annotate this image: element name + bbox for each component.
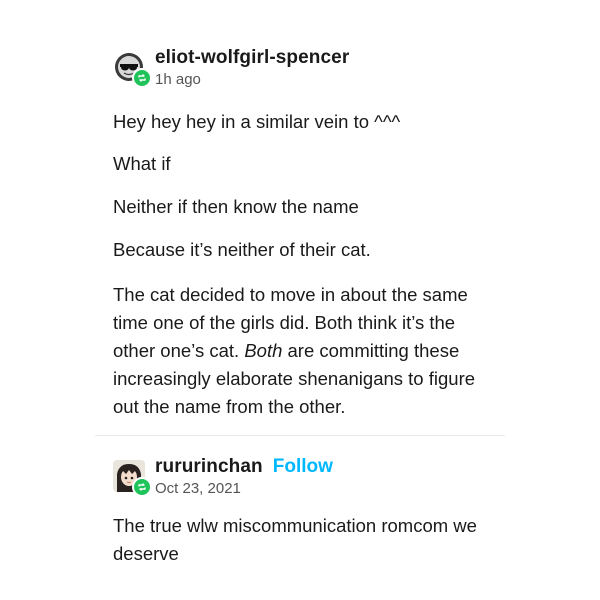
follow-button[interactable]: Follow (273, 456, 333, 478)
paragraph-text: The cat decided to move in about the sam… (113, 281, 493, 421)
post-paragraph: Hey hey hey in a similar vein to ^^^ (113, 108, 493, 136)
name-row: eliot-wolfgirl-spencer (155, 47, 349, 69)
post-thread: eliot-wolfgirl-spencer 1h ago Hey hey he… (0, 0, 600, 600)
paragraph-text: What if (113, 153, 171, 174)
post-paragraph: The cat decided to move in about the sam… (113, 281, 493, 421)
name-row: rururinchan Follow (155, 456, 333, 478)
post-meta: rururinchan Follow Oct 23, 2021 (155, 456, 333, 497)
paragraph-text: The true wlw miscommunication romcom we … (113, 515, 477, 564)
post-paragraph: What if (113, 150, 493, 178)
paragraph-text: Neither if then know the name (113, 196, 359, 217)
post-paragraph: The true wlw miscommunication romcom we … (113, 512, 513, 568)
post-header-rururinchan: rururinchan Follow Oct 23, 2021 (113, 456, 333, 497)
username[interactable]: rururinchan (155, 456, 263, 478)
paragraph-text: Because it’s neither of their cat. (113, 239, 371, 260)
emphasis-text: Both (244, 340, 283, 361)
post-header-eliot: eliot-wolfgirl-spencer 1h ago (113, 47, 349, 88)
avatar-wrap[interactable] (113, 460, 152, 497)
avatar-wrap[interactable] (113, 51, 152, 88)
reblog-icon (132, 68, 152, 88)
post-meta: eliot-wolfgirl-spencer 1h ago (155, 47, 349, 88)
post-paragraph: Because it’s neither of their cat. (113, 236, 493, 264)
post-divider (95, 435, 505, 436)
reblog-icon (132, 477, 152, 497)
username[interactable]: eliot-wolfgirl-spencer (155, 47, 349, 69)
post-paragraph: Neither if then know the name (113, 193, 493, 221)
paragraph-text: Hey hey hey in a similar vein to ^^^ (113, 111, 401, 132)
timestamp[interactable]: Oct 23, 2021 (155, 480, 333, 497)
timestamp[interactable]: 1h ago (155, 71, 349, 88)
